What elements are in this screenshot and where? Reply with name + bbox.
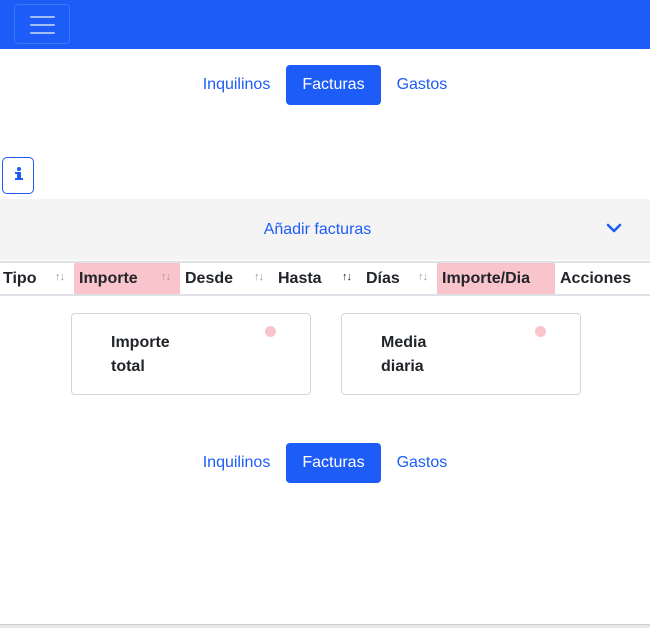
column-label: Acciones: [560, 270, 632, 287]
tab-gastos[interactable]: Gastos: [381, 443, 464, 483]
column-label: Hasta: [278, 270, 322, 287]
tab-inquilinos[interactable]: Inquilinos: [187, 65, 287, 105]
sort-icon[interactable]: ↑↓: [254, 263, 264, 294]
column-header-acciones: Acciones: [557, 263, 650, 294]
sort-icon[interactable]: ↑↓: [55, 263, 65, 294]
section-nav-top: Inquilinos Facturas Gastos: [0, 65, 650, 105]
chevron-down-icon[interactable]: [606, 221, 622, 235]
status-dot-icon: [265, 326, 276, 337]
navbar: [0, 0, 650, 49]
info-icon: [15, 167, 23, 181]
daily-average-card: Media diaria: [341, 313, 581, 395]
tab-inquilinos[interactable]: Inquilinos: [187, 443, 287, 483]
tab-facturas[interactable]: Facturas: [286, 443, 381, 483]
sort-icon[interactable]: ↑↓: [418, 263, 428, 294]
column-label: Importe: [79, 270, 138, 287]
hamburger-icon-bar: [30, 32, 55, 34]
status-dot-icon: [535, 326, 546, 337]
card-label: Media diaria: [381, 334, 427, 375]
add-invoices-accordion[interactable]: Añadir facturas: [0, 199, 650, 260]
column-label: Importe/Dia: [442, 270, 531, 287]
card-label: Importe total: [111, 334, 170, 375]
page-bottom-divider: [0, 624, 650, 628]
invoices-table-header: Tipo ↑↓ Importe ↑↓ Desde ↑↓ Hasta ↑↓ Día…: [0, 261, 650, 296]
tab-facturas[interactable]: Facturas: [286, 65, 381, 105]
section-nav-bottom: Inquilinos Facturas Gastos: [0, 443, 650, 483]
column-label: Desde: [185, 270, 234, 287]
column-label: Tipo: [3, 270, 37, 287]
sort-icon[interactable]: ↑↓: [342, 263, 352, 294]
tab-gastos[interactable]: Gastos: [381, 65, 464, 105]
info-button[interactable]: [2, 157, 34, 194]
column-header-importe-dia[interactable]: Importe/Dia: [437, 263, 555, 294]
total-amount-card: Importe total: [71, 313, 311, 395]
column-label: Días: [366, 270, 400, 287]
sort-icon[interactable]: ↑↓: [161, 263, 171, 294]
accordion-title[interactable]: Añadir facturas: [0, 199, 635, 260]
navbar-toggle-button[interactable]: [14, 4, 70, 44]
hamburger-icon: [30, 16, 55, 18]
hamburger-icon-bar: [30, 24, 55, 26]
